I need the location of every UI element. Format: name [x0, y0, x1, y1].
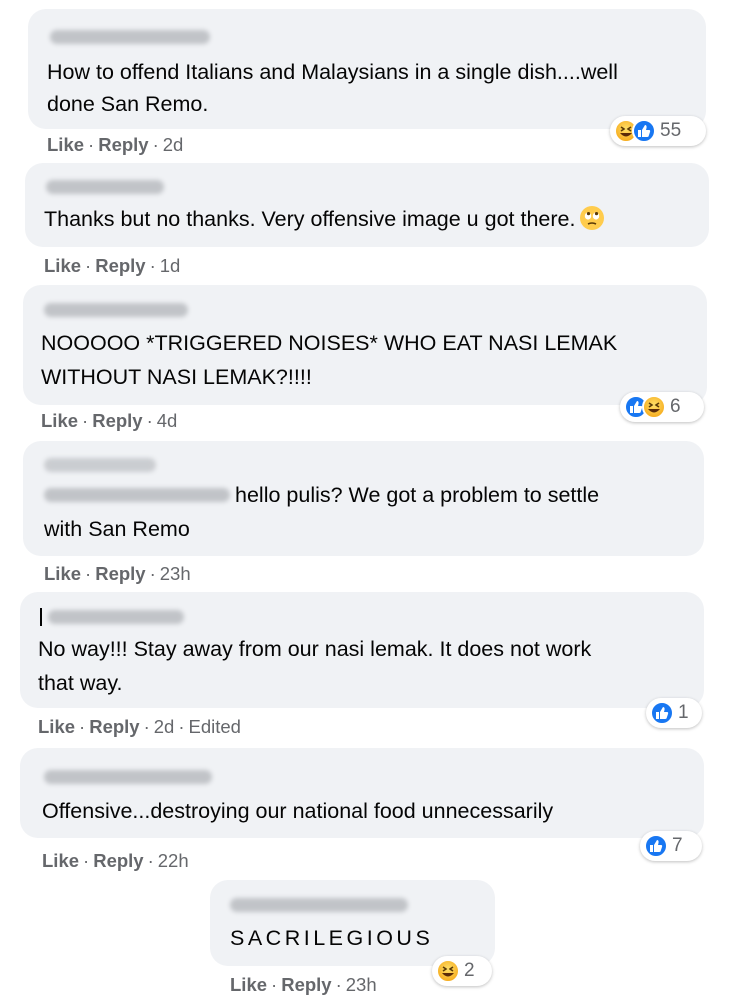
comment-text-line-1: NOOOOO *TRIGGERED NOISES* WHO EAT NASI L…: [41, 331, 618, 355]
timestamp[interactable]: 22h: [158, 850, 189, 871]
like-link[interactable]: Like: [41, 410, 78, 431]
like-link[interactable]: Like: [42, 850, 79, 871]
comment-text-line-1: No way!!! Stay away from our nasi lemak.…: [38, 637, 592, 661]
redacted-author-name: [46, 180, 164, 194]
haha-icon: [436, 959, 460, 983]
comment-actions: Like · Reply · 2d: [47, 134, 184, 155]
timestamp[interactable]: 2d: [163, 134, 184, 155]
like-link[interactable]: Like: [38, 716, 75, 737]
edited-label[interactable]: Edited: [189, 716, 241, 737]
reply-link[interactable]: Reply: [95, 563, 145, 584]
reaction-summary[interactable]: 1: [646, 698, 702, 728]
timestamp[interactable]: 1d: [160, 255, 181, 276]
like-link[interactable]: Like: [44, 563, 81, 584]
text-cursor: [40, 608, 42, 626]
redacted-tagged-name: [44, 488, 230, 502]
reaction-count: 55: [660, 120, 682, 141]
comment-text-line-2: with San Remo: [44, 517, 190, 541]
comment-actions: Like · Reply · 4d: [41, 410, 178, 431]
like-link[interactable]: Like: [47, 134, 84, 155]
reaction-summary[interactable]: 2: [432, 956, 492, 986]
comment-text-line-1: Thanks but no thanks. Very offensive ima…: [44, 203, 605, 236]
like-link[interactable]: Like: [230, 974, 267, 995]
comment-text-line-1: SACRILEGIOUS: [230, 926, 434, 950]
comment-text-line-2: WITHOUT NASI LEMAK?!!!!: [41, 365, 312, 389]
comment-actions: Like · Reply · 22h: [42, 850, 189, 871]
redacted-author-name: [230, 898, 408, 912]
reply-link[interactable]: Reply: [281, 974, 331, 995]
comment-actions: Like · Reply · 23h: [230, 974, 377, 995]
redacted-author-name: [50, 30, 210, 44]
reaction-count: 1: [678, 702, 689, 723]
reply-link[interactable]: Reply: [98, 134, 148, 155]
redacted-author-name: [44, 770, 212, 784]
redacted-author-name: [48, 610, 184, 624]
comment-text-line-2: done San Remo.: [47, 92, 209, 116]
comment-text-line-1: hello pulis? We got a problem to settle: [235, 483, 600, 507]
haha-icon: [642, 395, 666, 419]
like-icon: [632, 119, 656, 143]
reaction-summary[interactable]: 7: [640, 831, 702, 861]
comment-actions: Like · Reply · 2d · Edited: [38, 716, 241, 737]
timestamp[interactable]: 4d: [157, 410, 178, 431]
reply-link[interactable]: Reply: [92, 410, 142, 431]
reaction-count: 7: [672, 835, 683, 856]
redacted-author-name: [44, 303, 188, 317]
reaction-count: 2: [464, 960, 475, 981]
timestamp[interactable]: 23h: [160, 563, 191, 584]
reply-link[interactable]: Reply: [93, 850, 143, 871]
comment-text-line-1: How to offend Italians and Malaysians in…: [47, 60, 618, 84]
like-icon: [650, 701, 674, 725]
reply-link[interactable]: Reply: [89, 716, 139, 737]
reaction-summary[interactable]: 6: [620, 392, 704, 422]
reaction-summary[interactable]: 55: [610, 116, 706, 146]
like-link[interactable]: Like: [44, 255, 81, 276]
comment-text-line-1: Offensive...destroying our national food…: [42, 799, 554, 823]
like-icon: [644, 834, 668, 858]
timestamp[interactable]: 23h: [346, 974, 377, 995]
rolling-eyes-emoji: [580, 206, 605, 230]
comment-actions: Like · Reply · 23h: [44, 563, 191, 584]
reply-link[interactable]: Reply: [95, 255, 145, 276]
timestamp[interactable]: 2d: [154, 716, 175, 737]
comment-text-line-2: that way.: [38, 671, 123, 695]
comment-actions: Like · Reply · 1d: [44, 255, 181, 276]
reaction-count: 6: [670, 396, 681, 417]
redacted-author-name: [44, 458, 156, 472]
